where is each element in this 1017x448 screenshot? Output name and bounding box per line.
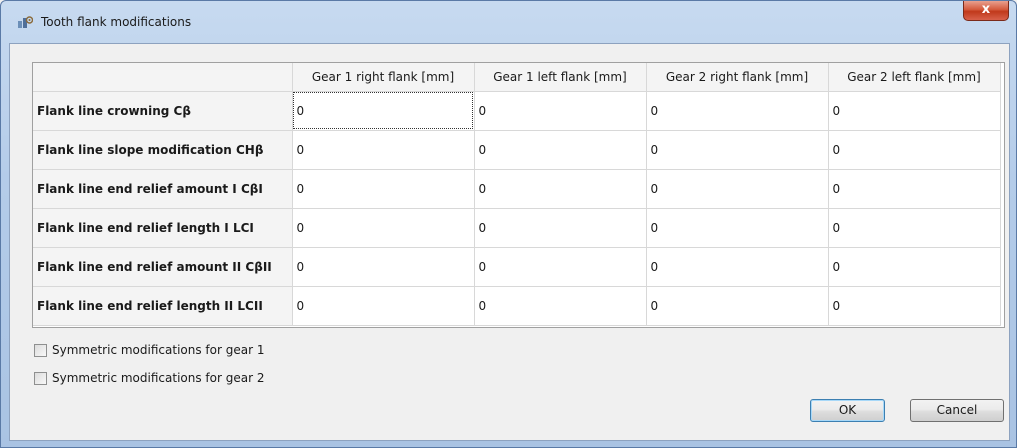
title-bar[interactable]: Tooth flank modifications x — [1, 1, 1016, 43]
table-header-row: Gear 1 right flank [mm] Gear 1 left flan… — [33, 63, 1001, 92]
column-header-gear2-left[interactable]: Gear 2 left flank [mm] — [828, 63, 1001, 92]
cancel-button[interactable]: Cancel — [910, 399, 1004, 422]
value-cell[interactable]: 0 — [646, 247, 829, 287]
value-cell[interactable]: 0 — [828, 286, 1001, 326]
symmetric-gear1-option[interactable]: Symmetric modifications for gear 1 — [34, 341, 264, 359]
row-header-end-relief-amount-2[interactable]: Flank line end relief amount II CβII — [33, 247, 293, 287]
modifications-table: Gear 1 right flank [mm] Gear 1 left flan… — [33, 63, 1001, 326]
value-cell[interactable]: 0 — [828, 91, 1001, 131]
value-cell[interactable]: 0 — [646, 208, 829, 248]
symmetric-gear1-label: Symmetric modifications for gear 1 — [52, 343, 265, 357]
symmetric-gear1-checkbox[interactable] — [34, 343, 47, 357]
value-cell[interactable]: 0 — [828, 130, 1001, 170]
value-cell[interactable]: 0 — [292, 130, 475, 170]
column-header-gear1-right[interactable]: Gear 1 right flank [mm] — [292, 63, 475, 92]
value-cell[interactable]: 0 — [474, 130, 647, 170]
row-header-end-relief-amount-1[interactable]: Flank line end relief amount I CβI — [33, 169, 293, 209]
window-title: Tooth flank modifications — [41, 15, 192, 29]
value-cell[interactable]: 0 — [292, 169, 475, 209]
close-button[interactable]: x — [963, 1, 1009, 21]
close-icon: x — [981, 2, 991, 17]
value-cell[interactable]: 0 — [474, 247, 647, 287]
column-header-gear1-left[interactable]: Gear 1 left flank [mm] — [474, 63, 647, 92]
row-header-crowning[interactable]: Flank line crowning Cβ — [33, 91, 293, 131]
value-cell[interactable]: 0 — [474, 286, 647, 326]
value-cell[interactable]: 0 — [292, 208, 475, 248]
value-cell[interactable]: 0 — [474, 208, 647, 248]
column-header-gear2-right[interactable]: Gear 2 right flank [mm] — [646, 63, 829, 92]
dialog-client-area: Gear 1 right flank [mm] Gear 1 left flan… — [9, 43, 1010, 441]
value-cell[interactable]: 0 — [474, 91, 647, 131]
value-cell[interactable]: 0 — [828, 247, 1001, 287]
value-cell[interactable]: 0 — [292, 286, 475, 326]
table-row: Flank line slope modification CHβ 0 0 0 … — [33, 130, 1001, 170]
table-row: Flank line end relief amount II CβII 0 0… — [33, 247, 1001, 287]
value-cell[interactable]: 0 — [646, 91, 829, 131]
value-cell[interactable]: 0 — [646, 130, 829, 170]
dialog-window: Tooth flank modifications x Gear 1 right… — [0, 0, 1017, 448]
modifications-table-frame: Gear 1 right flank [mm] Gear 1 left flan… — [32, 62, 1005, 328]
value-cell[interactable]: 0 — [646, 169, 829, 209]
symmetric-gear2-checkbox[interactable] — [34, 371, 47, 385]
table-row: Flank line end relief length I LCI 0 0 0… — [33, 208, 1001, 248]
row-header-end-relief-length-2[interactable]: Flank line end relief length II LCII — [33, 286, 293, 326]
table-row: Flank line end relief length II LCII 0 0… — [33, 286, 1001, 326]
symmetric-gear2-label: Symmetric modifications for gear 2 — [52, 371, 265, 385]
symmetric-gear2-option[interactable]: Symmetric modifications for gear 2 — [34, 369, 264, 387]
row-header-end-relief-length-1[interactable]: Flank line end relief length I LCI — [33, 208, 293, 248]
value-cell[interactable]: 0 — [292, 91, 475, 131]
value-cell[interactable]: 0 — [828, 208, 1001, 248]
value-cell[interactable]: 0 — [474, 169, 647, 209]
table-corner-header — [33, 63, 293, 92]
table-row: Flank line end relief amount I CβI 0 0 0… — [33, 169, 1001, 209]
value-cell[interactable]: 0 — [828, 169, 1001, 209]
row-header-slope-modification[interactable]: Flank line slope modification CHβ — [33, 130, 293, 170]
value-cell[interactable]: 0 — [292, 247, 475, 287]
table-row: Flank line crowning Cβ 0 0 0 0 — [33, 91, 1001, 131]
value-cell[interactable]: 0 — [646, 286, 829, 326]
ok-button[interactable]: OK — [810, 399, 885, 422]
gear-app-icon — [18, 16, 33, 28]
